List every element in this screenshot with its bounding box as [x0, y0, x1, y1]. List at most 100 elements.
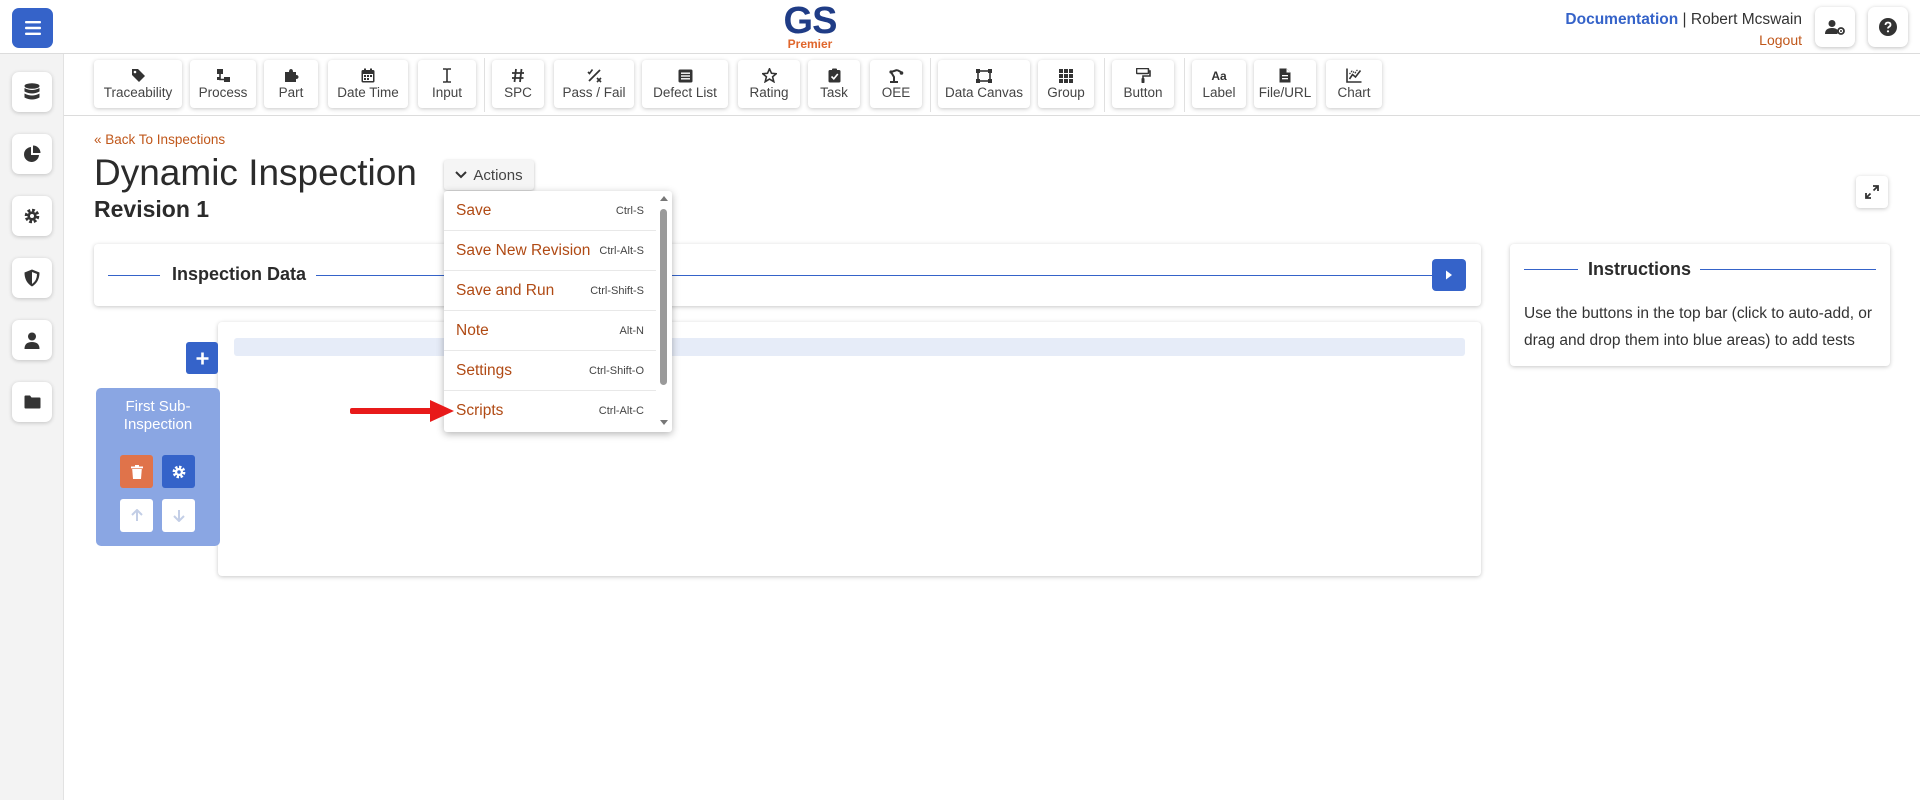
tool-spc[interactable]: SPC: [492, 60, 544, 108]
sub-inspection-tab[interactable]: First Sub-Inspection: [96, 388, 220, 546]
fullscreen-button[interactable]: [1856, 176, 1888, 208]
sidebar-item-reports[interactable]: [12, 134, 52, 174]
tool-label: Pass / Fail: [562, 85, 626, 100]
menu-scrollbar[interactable]: [660, 209, 667, 385]
help-button[interactable]: [1868, 7, 1908, 47]
drop-zone[interactable]: [234, 338, 1465, 356]
delete-sub-inspection-button[interactable]: [120, 455, 153, 488]
tool-oee[interactable]: OEE: [870, 60, 922, 108]
user-icon: [24, 332, 40, 349]
tool-pass-fail[interactable]: Pass / Fail: [554, 60, 634, 108]
tool-part[interactable]: Part: [264, 60, 318, 108]
tool-label: Process: [198, 85, 248, 100]
inspection-data-title: Inspection Data: [172, 264, 307, 284]
shield-icon: [24, 269, 40, 287]
user-gear-icon: [1825, 20, 1845, 35]
menu-item-label: Save and Run: [456, 281, 555, 299]
star-icon: [761, 68, 777, 83]
sub-inspection-settings-button[interactable]: [162, 455, 195, 488]
list-icon: [678, 69, 692, 82]
arrow-up-icon: [130, 509, 143, 521]
tool-traceability[interactable]: Traceability: [94, 60, 182, 108]
menu-item-shortcut: Ctrl-S: [615, 204, 644, 217]
menu-item-label: Scripts: [456, 402, 504, 419]
tool-defect-list[interactable]: Defect List: [642, 60, 728, 108]
tool-date-time[interactable]: Date Time: [328, 60, 408, 108]
chevron-down-icon: [455, 171, 468, 179]
tool-label: File/URL: [1258, 85, 1312, 100]
tool-file-url[interactable]: File/URL: [1254, 60, 1316, 108]
sidebar: [0, 54, 64, 800]
trash-icon: [130, 464, 143, 479]
tool-label: Group: [1047, 84, 1085, 100]
paint-roller-icon: [1135, 68, 1151, 83]
tool-task[interactable]: Task: [808, 60, 860, 108]
sub-inspection-content: [218, 322, 1481, 576]
title-rule-right: [1700, 269, 1876, 270]
tool-button[interactable]: Button: [1112, 60, 1174, 108]
calendar-icon: [361, 68, 375, 83]
robot-arm-icon: [889, 69, 904, 83]
actions-dropdown-button[interactable]: Actions: [444, 160, 534, 190]
toolbar-divider: [1184, 58, 1185, 112]
toolbar-divider: [930, 58, 931, 112]
gear-icon: [172, 465, 185, 478]
page-title: Dynamic Inspection: [94, 152, 417, 193]
test-toolbar: Traceability Process Part Date Time Inpu…: [64, 54, 1920, 116]
grid-icon: [1059, 68, 1073, 83]
menu-item-save-new-revision[interactable]: Save New Revision Ctrl-Alt-S: [444, 231, 656, 271]
tool-rating[interactable]: Rating: [738, 60, 800, 108]
run-button[interactable]: [1432, 259, 1466, 291]
tool-group[interactable]: Group: [1038, 60, 1094, 108]
tool-label: Task: [820, 85, 848, 100]
user-settings-button[interactable]: [1815, 7, 1855, 47]
menu-item-label: Save: [456, 201, 492, 219]
tool-input[interactable]: Input: [418, 60, 476, 108]
actions-label: Actions: [473, 166, 523, 184]
tool-label: Chart: [1337, 85, 1371, 100]
puzzle-icon: [284, 69, 298, 82]
folder-icon: [24, 395, 40, 409]
logo: GS Premier: [760, 2, 860, 50]
menu-item-scripts[interactable]: Scripts Ctrl-Alt-C: [444, 391, 656, 431]
tool-label: Defect List: [653, 84, 717, 100]
tool-label: OEE: [881, 85, 911, 100]
chart-line-icon: [1346, 68, 1362, 83]
move-up-button[interactable]: [120, 499, 153, 532]
gear-icon: [24, 208, 40, 224]
sidebar-item-settings[interactable]: [12, 196, 52, 236]
sidebar-item-database[interactable]: [12, 72, 52, 112]
menu-item-settings[interactable]: Settings Ctrl-Shift-O: [444, 351, 656, 391]
instructions-card: Instructions Use the buttons in the top …: [1510, 244, 1890, 366]
tool-label[interactable]: Aa Label: [1192, 60, 1246, 108]
tool-label: Rating: [749, 85, 789, 100]
user-block: Documentation | Robert Mcswain Logout: [1565, 10, 1802, 50]
tool-chart[interactable]: Chart: [1326, 60, 1382, 108]
move-down-button[interactable]: [162, 499, 195, 532]
sidebar-item-security[interactable]: [12, 258, 52, 298]
menu-item-note[interactable]: Note Alt-N: [444, 311, 656, 351]
menu-item-label: Note: [456, 321, 489, 339]
process-icon: [216, 69, 230, 82]
pie-chart-icon: [24, 145, 41, 162]
tool-process[interactable]: Process: [190, 60, 256, 108]
tool-label: Date Time: [337, 85, 399, 100]
tool-data-canvas[interactable]: Data Canvas: [938, 60, 1030, 108]
sidebar-item-users[interactable]: [12, 320, 52, 360]
menu-item-save-and-run[interactable]: Save and Run Ctrl-Shift-S: [444, 271, 656, 311]
back-to-inspections-link[interactable]: « Back To Inspections: [94, 132, 225, 147]
menu-item-shortcut: Ctrl-Shift-O: [589, 364, 644, 377]
scroll-down-arrow-icon[interactable]: [659, 419, 669, 426]
sidebar-item-files[interactable]: [12, 382, 52, 422]
logout-link[interactable]: Logout: [1565, 30, 1802, 50]
documentation-link[interactable]: Documentation: [1565, 11, 1678, 28]
expand-icon: [1865, 185, 1879, 199]
menu-item-shortcut: Alt-N: [619, 324, 644, 337]
add-sub-inspection-button[interactable]: [186, 342, 218, 374]
actions-menu: Save Ctrl-S Save New Revision Ctrl-Alt-S…: [444, 191, 672, 432]
file-icon: [1279, 68, 1291, 83]
menu-item-save[interactable]: Save Ctrl-S: [444, 191, 656, 231]
hamburger-menu-button[interactable]: [12, 8, 53, 48]
canvas-icon: [976, 68, 992, 83]
scroll-up-arrow-icon[interactable]: [659, 195, 669, 202]
